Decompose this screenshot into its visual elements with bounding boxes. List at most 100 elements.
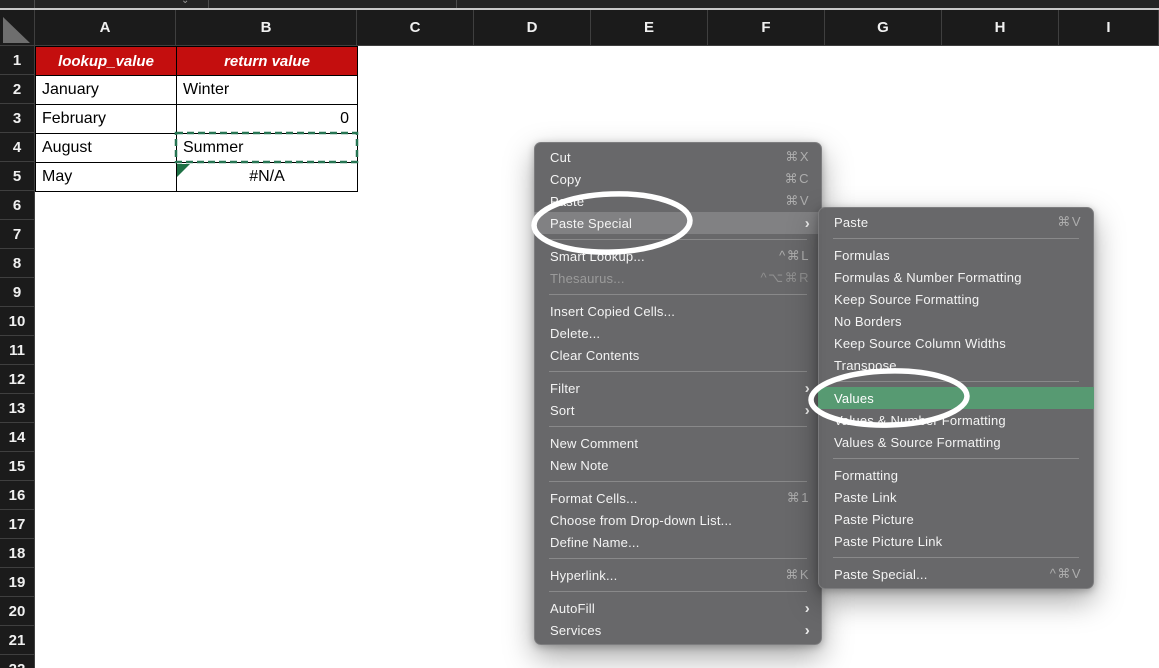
cell-B5[interactable]: #N/A (177, 163, 358, 192)
menu-item-label: No Borders (834, 314, 902, 329)
menu-item-autofill[interactable]: AutoFill› (534, 597, 822, 619)
menu-item-cut[interactable]: Cut⌘X (534, 146, 822, 168)
menu-item-hyperlink[interactable]: Hyperlink...⌘K (534, 564, 822, 586)
menu-item-shortcut: ^⌥⌘R (761, 270, 810, 286)
submenu-item-paste[interactable]: Paste⌘V (818, 211, 1094, 233)
column-header-D[interactable]: D (474, 10, 591, 46)
column-header-C[interactable]: C (357, 10, 474, 46)
submenu-item-paste-picture[interactable]: Paste Picture (818, 508, 1094, 530)
menu-separator (833, 238, 1079, 239)
row-header-10[interactable]: 10 (0, 307, 35, 336)
submenu-item-formulas-number-formatting[interactable]: Formulas & Number Formatting (818, 266, 1094, 288)
menu-item-delete[interactable]: Delete... (534, 322, 822, 344)
menu-separator (549, 426, 807, 427)
submenu-item-transpose[interactable]: Transpose (818, 354, 1094, 376)
worksheet-table: lookup_valuereturn valueJanuaryWinterFeb… (35, 46, 358, 192)
row-header-2[interactable]: 2 (0, 75, 35, 104)
column-header-E[interactable]: E (591, 10, 708, 46)
row-header-9[interactable]: 9 (0, 278, 35, 307)
row-header-15[interactable]: 15 (0, 452, 35, 481)
cell-B3[interactable]: 0 (177, 105, 358, 134)
menu-separator (833, 458, 1079, 459)
submenu-item-paste-link[interactable]: Paste Link (818, 486, 1094, 508)
column-header-H[interactable]: H (942, 10, 1059, 46)
menu-item-label: New Comment (550, 436, 638, 451)
row-header-6[interactable]: 6 (0, 191, 35, 220)
row-header-21[interactable]: 21 (0, 626, 35, 655)
cell-A4[interactable]: August (36, 134, 177, 163)
menu-item-choose-from-drop-down-list[interactable]: Choose from Drop-down List... (534, 509, 822, 531)
submenu-item-formulas[interactable]: Formulas (818, 244, 1094, 266)
row-header-12[interactable]: 12 (0, 365, 35, 394)
submenu-item-values-number-formatting[interactable]: Values & Number Formatting (818, 409, 1094, 431)
column-header-F[interactable]: F (708, 10, 825, 46)
menu-item-label: Format Cells... (550, 491, 638, 506)
column-header-I[interactable]: I (1059, 10, 1159, 46)
menu-item-shortcut: ⌘K (785, 567, 810, 583)
submenu-item-keep-source-column-widths[interactable]: Keep Source Column Widths (818, 332, 1094, 354)
row-header-5[interactable]: 5 (0, 162, 35, 191)
menu-item-services[interactable]: Services› (534, 619, 822, 641)
column-header-G[interactable]: G (825, 10, 942, 46)
menu-item-new-comment[interactable]: New Comment (534, 432, 822, 454)
submenu-chevron-icon: › (805, 216, 810, 231)
menu-item-label: Values & Number Formatting (834, 413, 1006, 428)
row-header-8[interactable]: 8 (0, 249, 35, 278)
table-row: February0 (36, 105, 358, 134)
row-header-14[interactable]: 14 (0, 423, 35, 452)
menu-item-label: Paste Special (550, 216, 632, 231)
cell-A3[interactable]: February (36, 105, 177, 134)
menu-item-insert-copied-cells[interactable]: Insert Copied Cells... (534, 300, 822, 322)
select-all-corner[interactable] (0, 10, 35, 46)
column-header-B[interactable]: B (176, 10, 357, 46)
row-header-3[interactable]: 3 (0, 104, 35, 133)
row-header-7[interactable]: 7 (0, 220, 35, 249)
row-header-4[interactable]: 4 (0, 133, 35, 162)
menu-item-label: Paste (834, 215, 868, 230)
cell-B2[interactable]: Winter (177, 76, 358, 105)
table-row: May#N/A (36, 163, 358, 192)
menu-separator (549, 294, 807, 295)
cell-A1[interactable]: lookup_value (36, 47, 177, 76)
menu-item-clear-contents[interactable]: Clear Contents (534, 344, 822, 366)
cell-A2[interactable]: January (36, 76, 177, 105)
submenu-item-values[interactable]: Values (818, 387, 1094, 409)
menu-item-smart-lookup[interactable]: Smart Lookup...^⌘L (534, 245, 822, 267)
menu-item-label: Define Name... (550, 535, 640, 550)
menu-item-label: Transpose (834, 358, 897, 373)
submenu-item-keep-source-formatting[interactable]: Keep Source Formatting (818, 288, 1094, 310)
row-header-13[interactable]: 13 (0, 394, 35, 423)
menu-item-define-name[interactable]: Define Name... (534, 531, 822, 553)
row-header-17[interactable]: 17 (0, 510, 35, 539)
menu-item-paste[interactable]: Paste⌘V (534, 190, 822, 212)
submenu-chevron-icon: › (805, 623, 810, 638)
row-header-19[interactable]: 19 (0, 568, 35, 597)
menu-item-sort[interactable]: Sort› (534, 399, 822, 421)
column-header-A[interactable]: A (35, 10, 176, 46)
menu-item-new-note[interactable]: New Note (534, 454, 822, 476)
cell-B1[interactable]: return value (177, 47, 358, 76)
menu-item-format-cells[interactable]: Format Cells...⌘1 (534, 487, 822, 509)
submenu-item-values-source-formatting[interactable]: Values & Source Formatting (818, 431, 1094, 453)
submenu-item-formatting[interactable]: Formatting (818, 464, 1094, 486)
row-header-22[interactable]: 22 (0, 655, 35, 668)
cell-A5[interactable]: May (36, 163, 177, 192)
submenu-item-paste-special[interactable]: Paste Special...^⌘V (818, 563, 1094, 585)
menu-item-paste-special[interactable]: Paste Special › (534, 212, 822, 234)
row-header-20[interactable]: 20 (0, 597, 35, 626)
submenu-item-paste-picture-link[interactable]: Paste Picture Link (818, 530, 1094, 552)
menu-item-label: Delete... (550, 326, 600, 341)
menu-item-label: Sort (550, 403, 575, 418)
formula-bar-strip: ⌄ (0, 0, 1159, 10)
cell-B4[interactable]: Summer (177, 134, 358, 163)
menu-item-label: Formulas & Number Formatting (834, 270, 1022, 285)
name-box-arrow-icon[interactable]: ⌄ (181, 0, 189, 6)
menu-item-label: Thesaurus... (550, 271, 625, 286)
menu-item-filter[interactable]: Filter› (534, 377, 822, 399)
row-header-11[interactable]: 11 (0, 336, 35, 365)
row-header-1[interactable]: 1 (0, 46, 35, 75)
menu-item-copy[interactable]: Copy⌘C (534, 168, 822, 190)
row-header-18[interactable]: 18 (0, 539, 35, 568)
row-header-16[interactable]: 16 (0, 481, 35, 510)
submenu-item-no-borders[interactable]: No Borders (818, 310, 1094, 332)
